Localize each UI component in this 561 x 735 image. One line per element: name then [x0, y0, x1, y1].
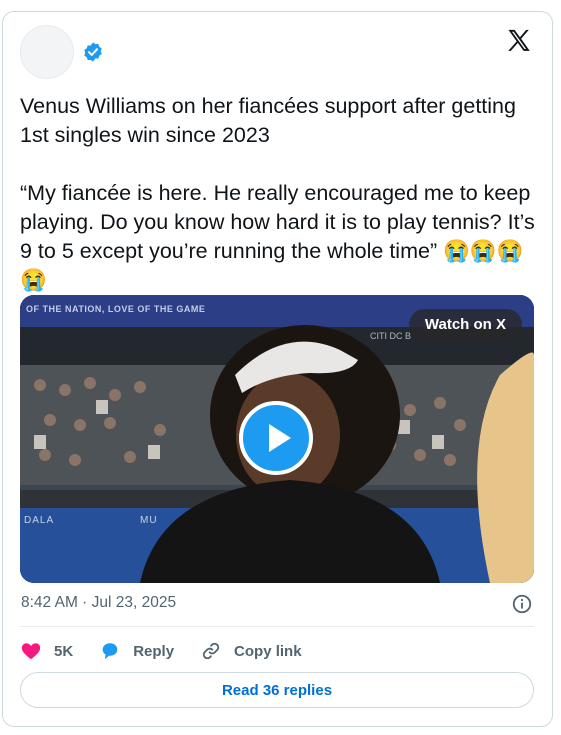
like-button[interactable]: 5K [20, 640, 73, 662]
x-logo-icon[interactable] [505, 27, 533, 55]
like-count: 5K [54, 642, 74, 660]
link-icon [202, 642, 220, 660]
watch-on-x-button[interactable]: Watch on X [408, 309, 522, 340]
play-icon [269, 424, 291, 452]
video-media[interactable]: OF THE NATION, LOVE OF THE GAME DALA MU … [20, 295, 534, 583]
tweet-headline: Venus Williams on her fiancées support a… [20, 94, 522, 147]
tweet-timestamp[interactable]: 8:42 AM · Jul 23, 2025 [21, 594, 176, 612]
reply-label: Reply [133, 642, 175, 660]
play-button[interactable] [239, 401, 313, 475]
sign-mid-text: MU [140, 515, 158, 526]
info-icon[interactable] [511, 593, 533, 615]
heart-icon [21, 643, 41, 660]
action-bar: 5K Reply Copy link [20, 638, 328, 664]
divider [20, 626, 534, 627]
sign-left-text: DALA [24, 515, 55, 526]
read-replies-label: Read 36 replies [221, 681, 333, 699]
tweet-quote: “My fiancée is here. He really encourage… [20, 181, 541, 292]
reply-button[interactable]: Reply [99, 640, 174, 662]
tweet-text: Venus Williams on her fiancées support a… [20, 92, 535, 295]
read-replies-button[interactable]: Read 36 replies [20, 672, 534, 708]
verified-badge-icon [84, 42, 102, 62]
copy-link-button[interactable]: Copy link [200, 640, 302, 662]
sign-right-text: CITI DC B [370, 331, 412, 341]
avatar[interactable] [20, 25, 74, 79]
copy-link-label: Copy link [234, 642, 302, 660]
arena-banner-text: OF THE NATION, LOVE OF THE GAME [26, 304, 206, 314]
reply-bubble-icon [102, 643, 118, 660]
